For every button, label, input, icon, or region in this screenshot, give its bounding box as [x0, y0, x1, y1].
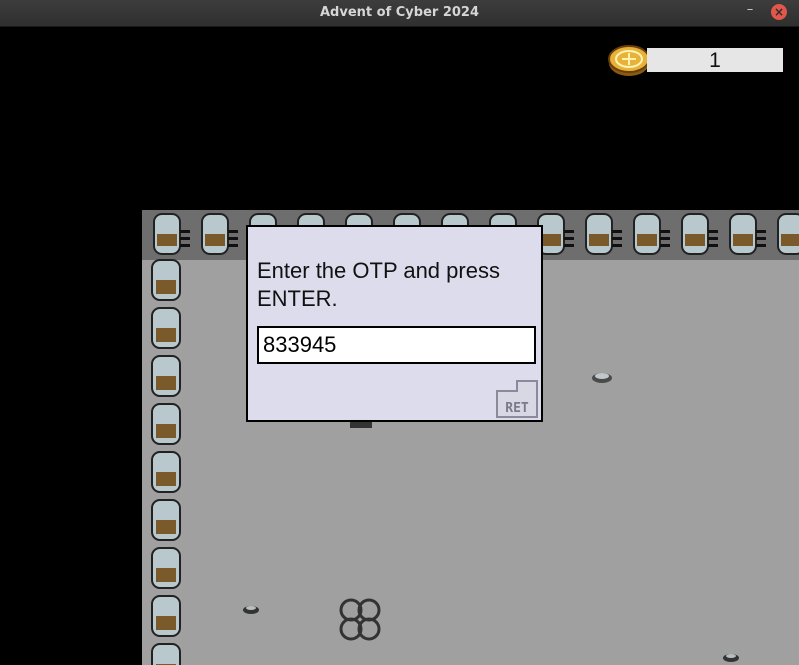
- close-button[interactable]: ×: [771, 4, 787, 20]
- otp-input[interactable]: [257, 326, 536, 364]
- rock-icon: [592, 373, 612, 383]
- floor-tile-pattern-icon: [339, 598, 381, 641]
- left-wall: [151, 259, 181, 665]
- coin-counter: 1: [647, 48, 783, 72]
- return-key-label: RET: [505, 401, 529, 416]
- dialog-message: Enter the OTP and press ENTER.: [257, 258, 500, 311]
- window-titlebar: Advent of Cyber 2024 – ×: [0, 0, 799, 27]
- rock-icon: [723, 654, 739, 662]
- minimize-button[interactable]: –: [743, 3, 757, 18]
- return-key-icon[interactable]: RET: [495, 379, 539, 419]
- window-title: Advent of Cyber 2024: [319, 5, 480, 20]
- coin-count: 1: [709, 49, 721, 72]
- otp-dialog: Enter the OTP and press ENTER. RET: [246, 225, 543, 422]
- rock-icon: [243, 606, 259, 614]
